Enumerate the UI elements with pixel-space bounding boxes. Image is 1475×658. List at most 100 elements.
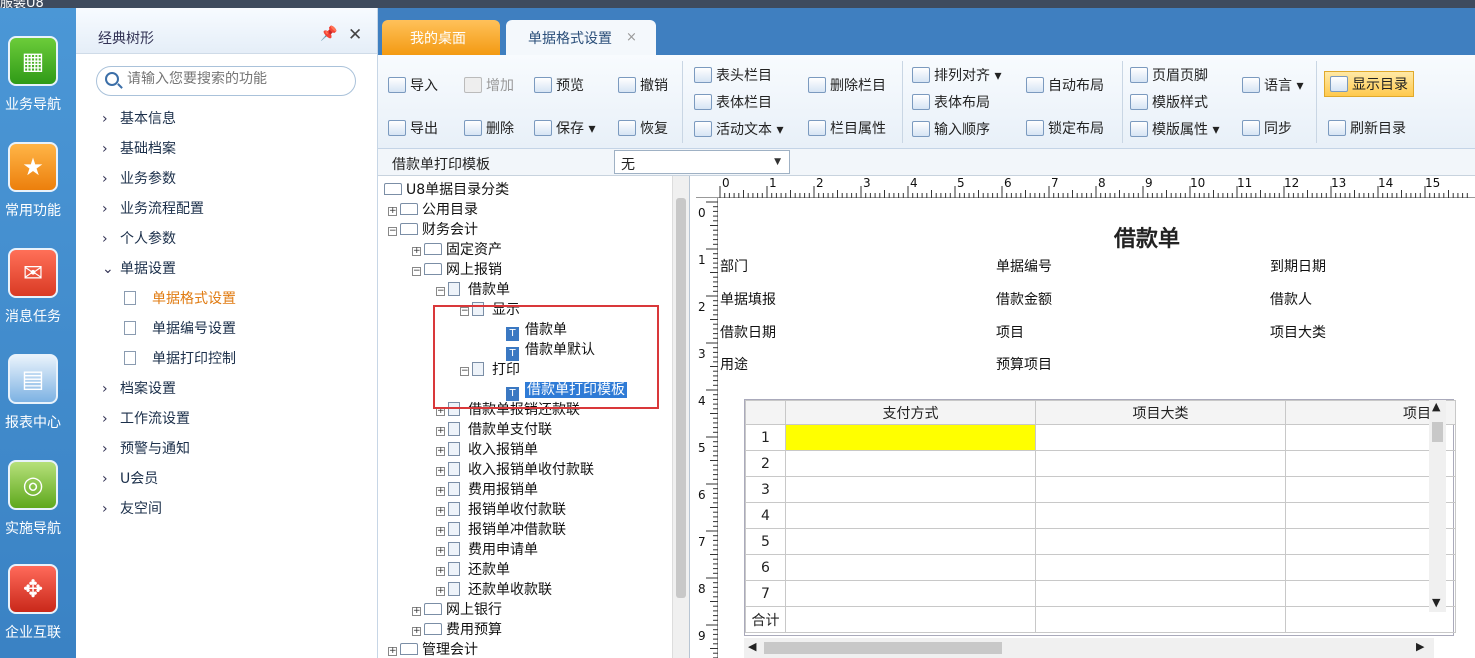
tree-node[interactable]: − 网上报销	[412, 259, 502, 279]
grid-cell[interactable]	[785, 554, 1036, 581]
tree-node[interactable]: + 借款单支付联	[436, 419, 552, 439]
chevron-down-icon[interactable]: ▼	[1432, 596, 1440, 609]
grid-cell[interactable]	[1035, 580, 1286, 607]
grid-column-header[interactable]: 项目大类	[1035, 400, 1286, 425]
chevron-right-icon[interactable]: ▶	[1416, 640, 1424, 653]
refresh-directory-button[interactable]: 刷新目录	[1328, 118, 1406, 138]
grid-cell[interactable]	[1035, 450, 1286, 477]
grid-cell[interactable]	[785, 580, 1036, 607]
grid-cell[interactable]	[785, 502, 1036, 529]
form-field-label[interactable]: 到期日期	[1270, 256, 1326, 276]
header-footer-button[interactable]: 页眉页脚	[1130, 65, 1208, 85]
grid-cell[interactable]	[785, 450, 1036, 477]
grid-cell[interactable]	[785, 528, 1036, 555]
language-button[interactable]: 语言 ▾	[1242, 75, 1303, 95]
nav-enterprise-connect[interactable]: ✥ 企业互联	[2, 564, 64, 642]
add-button[interactable]: 增加	[464, 75, 514, 95]
header-column-button[interactable]: 表头栏目	[694, 65, 772, 85]
tree-node[interactable]: + 报销单冲借款联	[436, 519, 566, 539]
tree-node[interactable]: − 财务会计	[388, 219, 478, 239]
tree-node[interactable]: + 公用目录	[388, 199, 478, 219]
form-title[interactable]: 借款单	[1114, 221, 1180, 253]
grid-column-header[interactable]: 支付方式	[785, 400, 1036, 425]
active-text-button[interactable]: 活动文本 ▾	[694, 119, 783, 139]
grid-cell[interactable]	[1035, 502, 1286, 529]
delete-button[interactable]: 删除	[464, 118, 514, 138]
tree-node[interactable]: + 还款单收款联	[436, 579, 552, 599]
sync-button[interactable]: 同步	[1242, 118, 1292, 138]
nav-common-functions[interactable]: ★ 常用功能	[2, 142, 64, 220]
nav-report-center[interactable]: ▤ 报表中心	[2, 354, 64, 432]
form-field-label[interactable]: 项目	[996, 322, 1024, 342]
body-grid[interactable]: 支付方式 项目大类 项目 1 2 3 4 5 6 7 合计	[744, 399, 1456, 636]
lock-layout-button[interactable]: 锁定布局	[1026, 118, 1104, 138]
sidebar-subitem[interactable]: 单据编号设置	[124, 318, 236, 338]
show-directory-button[interactable]: 显示目录	[1324, 71, 1414, 97]
undo-button[interactable]: 撤销	[618, 75, 668, 95]
search-box[interactable]	[96, 66, 356, 96]
nav-implementation[interactable]: ◎ 实施导航	[2, 460, 64, 538]
save-button[interactable]: 保存 ▾	[534, 118, 595, 138]
grid-cell[interactable]	[1035, 476, 1286, 503]
grid-cell[interactable]	[1035, 554, 1286, 581]
tree-node[interactable]: + 固定资产	[412, 239, 502, 259]
grid-horizontal-scrollbar[interactable]: ◀ ▶	[744, 638, 1434, 658]
sidebar-item[interactable]: › 基础档案	[102, 138, 176, 158]
tree-node[interactable]: + 网上银行	[412, 599, 502, 619]
tree-node[interactable]: + 管理会计	[388, 639, 478, 658]
tree-node[interactable]: + 费用报销单	[436, 479, 538, 499]
sidebar-item[interactable]: › 个人参数	[102, 228, 176, 248]
template-style-button[interactable]: 模版样式	[1130, 92, 1208, 112]
grid-cell[interactable]	[785, 476, 1036, 503]
delete-column-button[interactable]: 删除栏目	[808, 75, 886, 95]
export-button[interactable]: 导出	[388, 118, 438, 138]
form-field-label[interactable]: 单据编号	[996, 256, 1052, 276]
form-field-label[interactable]: 部门	[720, 256, 748, 276]
restore-button[interactable]: 恢复	[618, 118, 668, 138]
template-attr-button[interactable]: 模版属性 ▾	[1130, 119, 1219, 139]
sidebar-item[interactable]: › 业务参数	[102, 168, 176, 188]
import-button[interactable]: 导入	[388, 75, 438, 95]
template-dropdown[interactable]: 无 ▼	[614, 150, 790, 174]
auto-layout-button[interactable]: 自动布局	[1026, 75, 1104, 95]
tree-node[interactable]: + 费用申请单	[436, 539, 538, 559]
align-button[interactable]: 排列对齐 ▾	[912, 65, 1001, 85]
body-column-button[interactable]: 表体栏目	[694, 92, 772, 112]
tree-node[interactable]: + 报销单收付款联	[436, 499, 566, 519]
pin-icon[interactable]: 📌	[320, 26, 337, 42]
form-field-label[interactable]: 项目大类	[1270, 322, 1326, 342]
chevron-up-icon[interactable]: ▲	[1432, 400, 1440, 413]
grid-cell[interactable]	[1035, 424, 1286, 451]
close-icon[interactable]: ✕	[348, 25, 362, 45]
scrollbar-thumb[interactable]	[1432, 422, 1443, 442]
grid-cell[interactable]	[1035, 606, 1286, 633]
column-attr-button[interactable]: 栏目属性	[808, 118, 886, 138]
grid-cell[interactable]	[1035, 528, 1286, 555]
tab-document-format[interactable]: 单据格式设置 ×	[506, 20, 656, 55]
sidebar-subitem[interactable]: 单据格式设置	[124, 288, 236, 308]
tree-node[interactable]: − 借款单	[436, 279, 510, 299]
tree-node[interactable]: + 收入报销单收付款联	[436, 459, 594, 479]
tree-node[interactable]: + 收入报销单	[436, 439, 538, 459]
sidebar-item[interactable]: › 档案设置	[102, 378, 176, 398]
preview-button[interactable]: 预览	[534, 75, 584, 95]
sidebar-item[interactable]: › 业务流程配置	[102, 198, 204, 218]
close-tab-icon[interactable]: ×	[626, 30, 637, 45]
form-field-label[interactable]: 借款人	[1270, 289, 1312, 309]
sidebar-subitem[interactable]: 单据打印控制	[124, 348, 236, 368]
form-field-label[interactable]: 单据填报	[720, 289, 776, 309]
tree-node[interactable]: + 还款单	[436, 559, 510, 579]
form-field-label[interactable]: 用途	[720, 354, 748, 374]
sidebar-item[interactable]: › 预警与通知	[102, 438, 190, 458]
nav-business-nav[interactable]: ▦ 业务导航	[2, 36, 64, 114]
sidebar-item[interactable]: › 基本信息	[102, 108, 176, 128]
grid-cell[interactable]	[785, 606, 1036, 633]
tree-node[interactable]: + 费用预算	[412, 619, 502, 639]
tree-scrollbar[interactable]	[672, 176, 689, 658]
search-input[interactable]	[127, 71, 347, 87]
sidebar-item[interactable]: › 工作流设置	[102, 408, 190, 428]
tree-node[interactable]: U8单据目录分类	[384, 179, 509, 199]
tab-my-desktop[interactable]: 我的桌面	[382, 20, 500, 55]
scrollbar-thumb[interactable]	[764, 642, 1002, 654]
nav-message-tasks[interactable]: ✉ 消息任务	[2, 248, 64, 326]
